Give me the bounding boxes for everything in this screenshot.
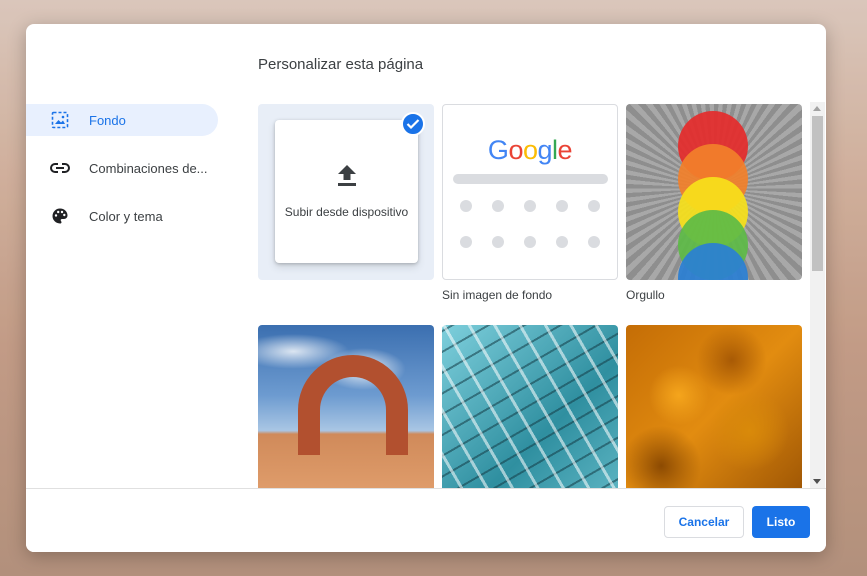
shortcut-dot [556, 236, 568, 248]
upload-icon [336, 164, 358, 193]
scroll-thumb[interactable] [812, 116, 823, 271]
google-logo-letter: g [537, 135, 553, 165]
dialog-footer: Cancelar Listo [26, 488, 826, 552]
pride-tile[interactable]: Orgullo [626, 104, 802, 302]
sidebar: Fondo Combinaciones de... Color y tema [26, 104, 226, 248]
rock-arch [298, 355, 408, 455]
glass-tile[interactable] [442, 325, 618, 488]
google-logo-letter: e [557, 135, 573, 165]
upload-tile[interactable]: Subir desde dispositivo [258, 104, 434, 280]
glass-facade-photo [442, 325, 618, 488]
google-logo-letter: o [522, 135, 538, 165]
sidebar-item-label: Combinaciones de... [89, 160, 208, 176]
shortcut-dot [588, 236, 600, 248]
sidebar-item-color-tema[interactable]: Color y tema [26, 200, 218, 232]
google-logo-letter: G [487, 135, 509, 165]
no-image-thumb: Google [442, 104, 618, 280]
search-bar-placeholder [453, 174, 608, 184]
upload-card[interactable]: Subir desde dispositivo [275, 120, 418, 263]
shortcut-dot [492, 236, 504, 248]
no-image-tile[interactable]: Google Sin imagen de fondo [442, 104, 618, 302]
sidebar-item-fondo[interactable]: Fondo [26, 104, 218, 136]
arch-tile[interactable] [258, 325, 434, 488]
scroll-down-icon[interactable] [813, 479, 821, 484]
palette-icon [50, 206, 70, 226]
shortcut-dot [460, 236, 472, 248]
done-button[interactable]: Listo [752, 506, 810, 538]
dialog-title: Personalizar esta página [258, 56, 424, 73]
google-logo-letter: o [508, 135, 523, 165]
check-icon [401, 112, 425, 136]
shortcut-dot [492, 200, 504, 212]
background-grid: Subir desde dispositivo Google Sin image… [258, 104, 826, 488]
background-image-icon [50, 110, 70, 130]
link-icon [50, 158, 70, 178]
sidebar-item-combinaciones[interactable]: Combinaciones de... [26, 152, 218, 184]
scrollbar[interactable] [810, 102, 825, 488]
pride-thumb [626, 104, 802, 280]
sidebar-item-label: Fondo [89, 112, 126, 128]
orange-texture-photo [626, 325, 802, 488]
shortcut-dot [460, 200, 472, 212]
tile-caption: Orgullo [626, 288, 665, 302]
tile-caption: Sin imagen de fondo [442, 288, 553, 302]
shortcut-dot [556, 200, 568, 212]
shortcut-dot [524, 200, 536, 212]
scroll-up-icon[interactable] [813, 106, 821, 111]
shortcut-dot [588, 200, 600, 212]
upload-label: Subir desde dispositivo [284, 205, 409, 219]
orange-texture-tile[interactable] [626, 325, 802, 488]
shortcut-dot [524, 236, 536, 248]
cancel-button[interactable]: Cancelar [664, 506, 744, 538]
google-logo: Google [443, 135, 617, 166]
customize-dialog: Personalizar esta página Fondo Combinaci… [26, 24, 826, 552]
upload-thumb: Subir desde dispositivo [258, 104, 434, 280]
sidebar-item-label: Color y tema [89, 208, 163, 224]
arch-photo [258, 325, 434, 488]
